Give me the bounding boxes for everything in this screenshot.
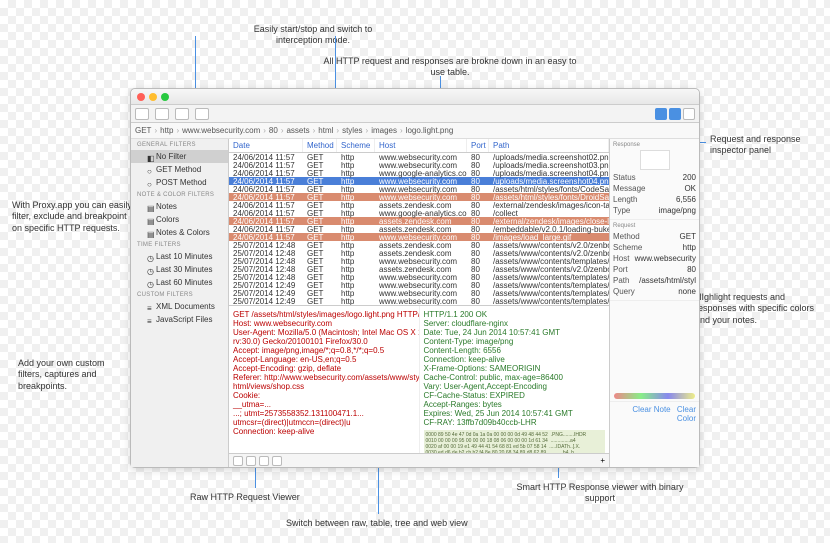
callout-proxy-filters: With Proxy.app you can easily filter, ex… <box>12 200 132 234</box>
filter-30min[interactable]: ◷Last 30 Minutes <box>131 263 228 276</box>
filter-colors[interactable]: ▤Colors <box>131 213 228 226</box>
callout-start-stop: Easily start/stop and switch to intercep… <box>238 24 388 47</box>
view-table-button[interactable] <box>246 456 256 466</box>
record-button[interactable] <box>135 108 149 120</box>
filter-xml[interactable]: ≡XML Documents <box>131 300 228 313</box>
note-bar: Clear Note Clear Color <box>610 401 699 426</box>
titlebar[interactable] <box>131 89 699 105</box>
view-web-button[interactable] <box>272 456 282 466</box>
filter-60min[interactable]: ◷Last 60 Minutes <box>131 276 228 289</box>
filter-post[interactable]: ○POST Method <box>131 176 228 189</box>
hex-view: 0000 89 50 4e 47 0d 0a 1a 0a 00 00 00 0d… <box>424 430 606 453</box>
breadcrumb: GET› http› www.websecurity.com› 80› asse… <box>131 123 699 139</box>
zoom-icon[interactable] <box>161 93 169 101</box>
view-raw-button[interactable] <box>233 456 243 466</box>
view-tree-button[interactable] <box>259 456 269 466</box>
view-mode-2[interactable] <box>669 108 681 120</box>
callout-switch-view: Switch between raw, table, tree and web … <box>286 518 468 529</box>
table-header: Date Method Scheme Host Port Path <box>229 139 609 153</box>
minimize-icon[interactable] <box>149 93 157 101</box>
section-time: TIME FILTERS <box>131 239 228 250</box>
callout-table: All HTTP request and responses are brokn… <box>320 56 580 79</box>
inspector-request-title: Request <box>613 223 696 229</box>
request-table[interactable]: 24/06/2014 11:57GEThttpwww.websecurity.c… <box>229 153 609 305</box>
view-mode-3[interactable] <box>683 108 695 120</box>
inspector-response-title: Response <box>613 142 696 148</box>
filter-js[interactable]: ≡JavaScript Files <box>131 313 228 326</box>
filter-get[interactable]: ○GET Method <box>131 163 228 176</box>
response-thumbnail <box>640 150 670 170</box>
viewer-footer: + <box>229 453 609 467</box>
filter-no-filter[interactable]: ◧No Filter <box>131 150 228 163</box>
callout-request-viewer: Raw HTTP Request Viewer <box>190 492 300 503</box>
app-window: GET› http› www.websecurity.com› 80› asse… <box>130 88 700 468</box>
view-mode-1[interactable] <box>655 108 667 120</box>
callout-custom-filters: Add your own custom filters, captures an… <box>18 358 128 392</box>
color-palette[interactable] <box>614 393 695 399</box>
section-general: GENERAL FILTERS <box>131 139 228 150</box>
filter-notes[interactable]: ▤Notes <box>131 200 228 213</box>
close-icon[interactable] <box>137 93 145 101</box>
filter-notes-colors[interactable]: ▤Notes & Colors <box>131 226 228 239</box>
callout-inspector: Request and response inspector panel <box>710 134 820 157</box>
table-row[interactable]: 25/07/2014 12:49GEThttpwww.websecurity.c… <box>229 297 609 305</box>
callout-highlight: HIghlight requests and responses with sp… <box>695 292 815 326</box>
raw-viewer: GET /assets/html/styles/images/logo.ligh… <box>229 305 609 453</box>
pause-button[interactable] <box>155 108 169 120</box>
main-panel: Date Method Scheme Host Port Path 24/06/… <box>229 139 609 467</box>
section-note: NOTE & COLOR FILTERS <box>131 189 228 200</box>
callout-response-viewer: Smart HTTP Response viewer with binary s… <box>510 482 690 505</box>
intercept-button[interactable] <box>175 108 189 120</box>
request-raw[interactable]: GET /assets/html/styles/images/logo.ligh… <box>229 306 419 453</box>
toolbar <box>131 105 699 123</box>
section-custom: CUSTOM FILTERS <box>131 289 228 300</box>
response-raw[interactable]: HTTP/1.1 200 OK Server: cloudflare-nginx… <box>419 306 610 453</box>
inspector-panel: Response Status200 MessageOK Length6,556… <box>609 139 699 467</box>
clear-note-button[interactable]: Clear Note <box>632 405 670 414</box>
clear-color-button[interactable]: Clear Color <box>677 405 696 423</box>
filter-10min[interactable]: ◷Last 10 Minutes <box>131 250 228 263</box>
sidebar: GENERAL FILTERS ◧No Filter ○GET Method ○… <box>131 139 229 467</box>
search-button[interactable] <box>195 108 209 120</box>
